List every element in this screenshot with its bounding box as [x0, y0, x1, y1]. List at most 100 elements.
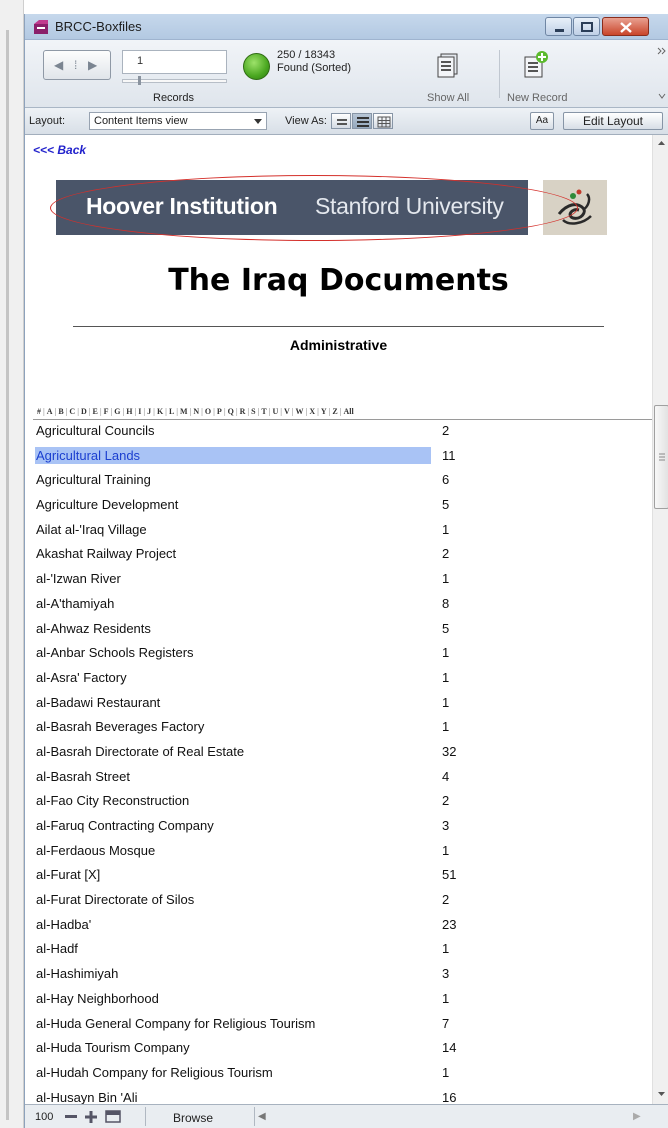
alphabet-letter-link[interactable]: C	[67, 407, 77, 416]
view-as-table-button[interactable]	[373, 113, 393, 129]
alphabet-letter-link[interactable]: E	[91, 407, 100, 416]
zoom-in-icon[interactable]	[83, 1110, 99, 1124]
list-item[interactable]: Agricultural Councils 2	[35, 421, 652, 446]
toolbar-overflow-icon[interactable]	[657, 42, 667, 106]
alphabet-letter-link[interactable]: T	[259, 407, 268, 416]
back-link[interactable]: <<< Back	[33, 143, 86, 157]
alphabet-letter-link[interactable]: N	[191, 407, 201, 416]
alphabet-letter-link[interactable]: All	[342, 407, 356, 416]
alphabet-letter-link[interactable]: P	[215, 407, 224, 416]
alphabet-letter-link[interactable]: K	[155, 407, 165, 416]
new-record-icon[interactable]	[522, 50, 550, 80]
list-item[interactable]: al-Faruq Contracting Company 3	[35, 816, 652, 841]
prev-record-icon[interactable]: ◀	[54, 58, 63, 72]
list-item[interactable]: al-Furat [X] 51	[35, 865, 652, 890]
item-name-link[interactable]: al-A'thamiyah	[35, 595, 431, 612]
close-button[interactable]	[602, 17, 649, 36]
zoom-out-icon[interactable]	[63, 1110, 79, 1124]
item-name-link[interactable]: Ailat al-'Iraq Village	[35, 521, 431, 538]
list-item[interactable]: al-Hashimiyah 3	[35, 964, 652, 989]
list-item[interactable]: Agricultural Lands 11	[35, 446, 652, 471]
item-name-link[interactable]: Akashat Railway Project	[35, 545, 431, 562]
item-name-link[interactable]: al-Furat Directorate of Silos	[35, 891, 431, 908]
list-item[interactable]: al-Ahwaz Residents 5	[35, 619, 652, 644]
alphabet-letter-link[interactable]: Q	[226, 407, 236, 416]
alphabet-letter-link[interactable]: W	[294, 407, 306, 416]
edit-layout-button[interactable]: Edit Layout	[563, 112, 663, 130]
item-name-link[interactable]: al-Furat [X]	[35, 866, 431, 883]
item-name-link[interactable]: al-Anbar Schools Registers	[35, 644, 431, 661]
alphabet-letter-link[interactable]: Z	[330, 407, 339, 416]
item-name-link[interactable]: al-Basrah Beverages Factory	[35, 718, 431, 735]
item-name-link[interactable]: Agricultural Lands	[35, 446, 431, 464]
alphabet-letter-link[interactable]: O	[203, 407, 213, 416]
current-record-input[interactable]: 1	[122, 50, 227, 74]
title-bar[interactable]: BRCC-Boxfiles	[25, 14, 668, 40]
item-name-link[interactable]: al-Huda Tourism Company	[35, 1039, 431, 1056]
item-name-link[interactable]: al-Ahwaz Residents	[35, 620, 431, 637]
list-item[interactable]: Agriculture Development 5	[35, 495, 652, 520]
alphabet-letter-link[interactable]: M	[178, 407, 190, 416]
item-name-link[interactable]: al-Huda General Company for Religious To…	[35, 1015, 431, 1032]
scroll-up-icon[interactable]	[653, 137, 668, 149]
list-item[interactable]: al-Basrah Directorate of Real Estate 32	[35, 742, 652, 767]
toggle-toolbar-icon[interactable]	[105, 1110, 121, 1124]
list-item[interactable]: al-Hudah Company for Religious Tourism 1	[35, 1063, 652, 1088]
next-record-icon[interactable]: ▶	[88, 58, 97, 72]
item-name-link[interactable]: al-Hadba'	[35, 916, 431, 933]
item-name-link[interactable]: al-'Izwan River	[35, 570, 431, 587]
alphabet-letter-link[interactable]: H	[124, 407, 134, 416]
text-formatting-button[interactable]: Aa	[530, 112, 554, 130]
alphabet-letter-link[interactable]: I	[136, 407, 143, 416]
view-as-form-button[interactable]	[331, 113, 351, 129]
alphabet-letter-link[interactable]: #	[35, 407, 43, 416]
zoom-level[interactable]: 100	[35, 1111, 53, 1123]
alphabet-letter-link[interactable]: L	[167, 407, 176, 416]
item-name-link[interactable]: al-Asra' Factory	[35, 669, 431, 686]
list-item[interactable]: al-Huda Tourism Company 14	[35, 1038, 652, 1063]
item-name-link[interactable]: Agricultural Training	[35, 471, 431, 488]
scrollbar-thumb[interactable]	[654, 405, 668, 509]
alphabet-letter-link[interactable]: B	[56, 407, 65, 416]
list-item[interactable]: al-Husayn Bin 'Ali 16	[35, 1088, 652, 1104]
list-item[interactable]: al-Basrah Street 4	[35, 767, 652, 792]
item-name-link[interactable]: al-Hudah Company for Religious Tourism	[35, 1064, 431, 1081]
list-item[interactable]: Ailat al-'Iraq Village 1	[35, 520, 652, 545]
vertical-scrollbar[interactable]	[652, 135, 668, 1104]
show-all-icon[interactable]	[435, 52, 461, 80]
list-item[interactable]: al-Hadf 1	[35, 939, 652, 964]
list-item[interactable]: al-Asra' Factory 1	[35, 668, 652, 693]
alphabet-letter-link[interactable]: U	[270, 407, 280, 416]
item-name-link[interactable]: al-Hay Neighborhood	[35, 990, 431, 1007]
item-name-link[interactable]: al-Faruq Contracting Company	[35, 817, 431, 834]
record-book-navigator[interactable]: ◀ ⁞ ▶	[43, 50, 111, 80]
record-slider-thumb[interactable]	[138, 76, 141, 85]
item-name-link[interactable]: Agricultural Councils	[35, 422, 431, 439]
alphabet-letter-link[interactable]: S	[249, 407, 257, 416]
list-item[interactable]: al-Hay Neighborhood 1	[35, 989, 652, 1014]
alphabet-letter-link[interactable]: D	[79, 407, 89, 416]
item-name-link[interactable]: al-Ferdaous Mosque	[35, 842, 431, 859]
scroll-left-icon[interactable]: ◀	[258, 1111, 266, 1122]
list-item[interactable]: al-Hadba' 23	[35, 915, 652, 940]
item-name-link[interactable]: al-Badawi Restaurant	[35, 694, 431, 711]
layout-dropdown[interactable]: Content Items view	[89, 112, 267, 130]
list-item[interactable]: al-Anbar Schools Registers 1	[35, 643, 652, 668]
mode-popup[interactable]: Browse	[173, 1111, 213, 1125]
alphabet-letter-link[interactable]: V	[282, 407, 292, 416]
list-item[interactable]: al-Ferdaous Mosque 1	[35, 841, 652, 866]
minimize-button[interactable]	[545, 17, 572, 36]
list-item[interactable]: al-Huda General Company for Religious To…	[35, 1014, 652, 1039]
list-item[interactable]: al-Furat Directorate of Silos 2	[35, 890, 652, 915]
list-item[interactable]: al-Basrah Beverages Factory 1	[35, 717, 652, 742]
list-item[interactable]: al-Badawi Restaurant 1	[35, 693, 652, 718]
list-item[interactable]: al-A'thamiyah 8	[35, 594, 652, 619]
item-name-link[interactable]: al-Hadf	[35, 940, 431, 957]
item-name-link[interactable]: al-Fao City Reconstruction	[35, 792, 431, 809]
item-name-link[interactable]: al-Basrah Directorate of Real Estate	[35, 743, 431, 760]
view-as-list-button[interactable]	[352, 113, 372, 129]
new-record-label[interactable]: New Record	[507, 92, 568, 104]
item-name-link[interactable]: Agriculture Development	[35, 496, 431, 513]
list-item[interactable]: al-Fao City Reconstruction 2	[35, 791, 652, 816]
alphabet-letter-link[interactable]: Y	[319, 407, 329, 416]
